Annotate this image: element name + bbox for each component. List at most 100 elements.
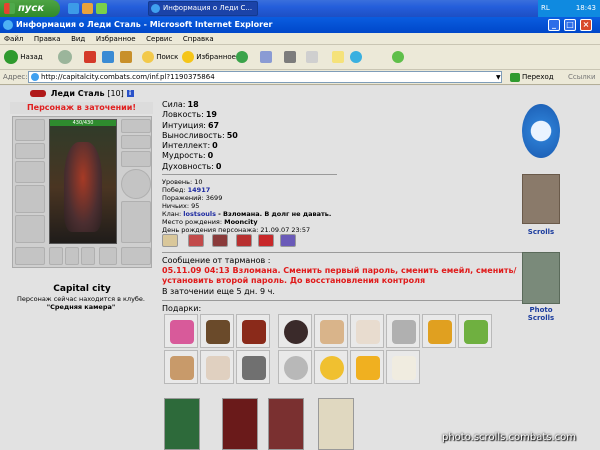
leggings-slot[interactable] bbox=[15, 247, 45, 265]
gift-item[interactable] bbox=[350, 350, 384, 384]
gift-item[interactable] bbox=[278, 350, 312, 384]
shield-slot[interactable] bbox=[121, 169, 151, 199]
window-titlebar[interactable]: Информация о Леди Сталь - Microsoft Inte… bbox=[0, 17, 600, 33]
contacts-button[interactable] bbox=[392, 49, 404, 65]
stat-value: 0 bbox=[215, 161, 222, 171]
gift-card[interactable] bbox=[318, 398, 354, 450]
menu-view[interactable]: Вид bbox=[67, 33, 89, 45]
character-location: Персонаж сейчас находится в клубе. "Сред… bbox=[6, 295, 156, 311]
home-button[interactable] bbox=[120, 49, 132, 65]
favorites-label: Избранное bbox=[196, 53, 236, 61]
amulet-slot[interactable] bbox=[99, 247, 117, 265]
armor-slot[interactable] bbox=[15, 185, 45, 213]
close-button[interactable]: × bbox=[580, 19, 592, 31]
menu-favorites[interactable]: Избранное bbox=[92, 33, 140, 45]
goblet-icon bbox=[392, 320, 416, 344]
info-icon[interactable]: i bbox=[126, 90, 134, 97]
gift-item[interactable] bbox=[200, 350, 234, 384]
necklace-slot[interactable] bbox=[121, 135, 151, 149]
character-name: Леди Сталь bbox=[50, 89, 105, 98]
photo-scrolls-banner-icon[interactable] bbox=[522, 252, 560, 304]
moon-icon bbox=[320, 356, 344, 380]
scrolls-banner-icon[interactable] bbox=[522, 174, 560, 224]
menu-file[interactable]: Файл bbox=[0, 33, 27, 45]
gift-item[interactable] bbox=[386, 314, 420, 348]
menu-edit[interactable]: Правка bbox=[30, 33, 65, 45]
folder-quicklaunch-icon[interactable] bbox=[82, 3, 93, 14]
page-icon bbox=[31, 73, 39, 81]
refresh-button[interactable] bbox=[102, 49, 114, 65]
gift-item[interactable] bbox=[386, 350, 420, 384]
bracer-slot[interactable] bbox=[15, 143, 45, 159]
links-button[interactable]: Ссылки bbox=[568, 70, 596, 85]
medal-icon[interactable] bbox=[280, 234, 296, 247]
gift-item[interactable] bbox=[422, 314, 456, 348]
stat-value: 67 bbox=[207, 120, 220, 130]
gift-item[interactable] bbox=[164, 350, 198, 384]
ring-slot-2[interactable] bbox=[65, 247, 79, 265]
ie-quicklaunch-icon[interactable] bbox=[68, 3, 79, 14]
boots-slot[interactable] bbox=[121, 201, 151, 243]
stop-icon bbox=[84, 51, 96, 63]
language-indicator[interactable]: RL bbox=[541, 4, 550, 12]
boots-lower-slot[interactable] bbox=[121, 247, 151, 265]
search-button[interactable]: Поиск bbox=[142, 49, 178, 65]
profile-badge-icon[interactable] bbox=[522, 104, 560, 158]
favorites-button[interactable]: Избранное bbox=[182, 49, 236, 65]
clan-link[interactable]: lostsouls bbox=[183, 210, 216, 218]
back-button[interactable]: Назад bbox=[4, 49, 43, 65]
gift-item[interactable] bbox=[200, 314, 234, 348]
edit-button[interactable] bbox=[306, 49, 318, 65]
clan-badge-icon[interactable] bbox=[30, 90, 46, 97]
admin-message: 05.11.09 04:13 Взломана. Сменить первый … bbox=[162, 266, 517, 285]
gift-item[interactable] bbox=[314, 314, 348, 348]
medal-icon[interactable] bbox=[236, 234, 252, 247]
gift-item[interactable] bbox=[458, 314, 492, 348]
maximize-button[interactable]: □ bbox=[564, 19, 576, 31]
address-dropdown-icon[interactable]: ▼ bbox=[496, 74, 501, 81]
medal-icon[interactable] bbox=[162, 234, 178, 247]
minimize-button[interactable]: _ bbox=[548, 19, 560, 31]
messenger-quicklaunch-icon[interactable] bbox=[96, 3, 107, 14]
gift-card[interactable] bbox=[268, 398, 304, 450]
start-button[interactable]: пуск bbox=[0, 0, 60, 17]
taskbar-window-button[interactable]: Информация о Леди С... bbox=[148, 1, 258, 16]
gift-item[interactable] bbox=[278, 314, 312, 348]
clock[interactable]: 18:43 bbox=[576, 0, 596, 17]
stat-value: 19 bbox=[205, 110, 217, 120]
print-button[interactable] bbox=[284, 49, 296, 65]
gift-item[interactable] bbox=[350, 314, 384, 348]
menu-help[interactable]: Справка bbox=[179, 33, 218, 45]
character-doll: 430/430 bbox=[12, 116, 152, 268]
gift-item[interactable] bbox=[236, 350, 270, 384]
photo-scrolls-link[interactable]: Photo Scrolls bbox=[516, 306, 566, 322]
gift-item[interactable] bbox=[164, 314, 198, 348]
ring-slot-1[interactable] bbox=[49, 247, 63, 265]
mail-button[interactable] bbox=[260, 49, 272, 65]
belt-slot[interactable] bbox=[15, 215, 45, 243]
divider bbox=[162, 300, 522, 301]
forward-button[interactable] bbox=[58, 49, 72, 65]
go-button[interactable]: Переход bbox=[510, 70, 554, 85]
notes-button[interactable] bbox=[332, 49, 344, 65]
scrolls-link[interactable]: Scrolls bbox=[516, 228, 566, 236]
medal-icon[interactable] bbox=[258, 234, 274, 247]
address-input[interactable]: http://capitalcity.combats.com/inf.pl?11… bbox=[28, 71, 502, 83]
gift-item[interactable] bbox=[314, 350, 348, 384]
character-avatar[interactable]: 430/430 bbox=[49, 119, 117, 244]
start-label: пуск bbox=[18, 3, 45, 14]
gift-item[interactable] bbox=[236, 314, 270, 348]
weapon-slot[interactable] bbox=[15, 161, 45, 183]
ring-slot-3[interactable] bbox=[81, 247, 95, 265]
menu-tools[interactable]: Сервис bbox=[142, 33, 176, 45]
gift-card[interactable] bbox=[222, 398, 258, 450]
medal-icon[interactable] bbox=[212, 234, 228, 247]
earring-slot[interactable] bbox=[121, 119, 151, 133]
gloves-slot[interactable] bbox=[121, 151, 151, 167]
messenger-button[interactable] bbox=[350, 49, 362, 65]
helmet-slot[interactable] bbox=[15, 119, 45, 141]
medal-icon[interactable] bbox=[188, 234, 204, 247]
history-button[interactable] bbox=[236, 49, 248, 65]
stop-button[interactable] bbox=[84, 49, 96, 65]
gift-card[interactable] bbox=[164, 398, 200, 450]
